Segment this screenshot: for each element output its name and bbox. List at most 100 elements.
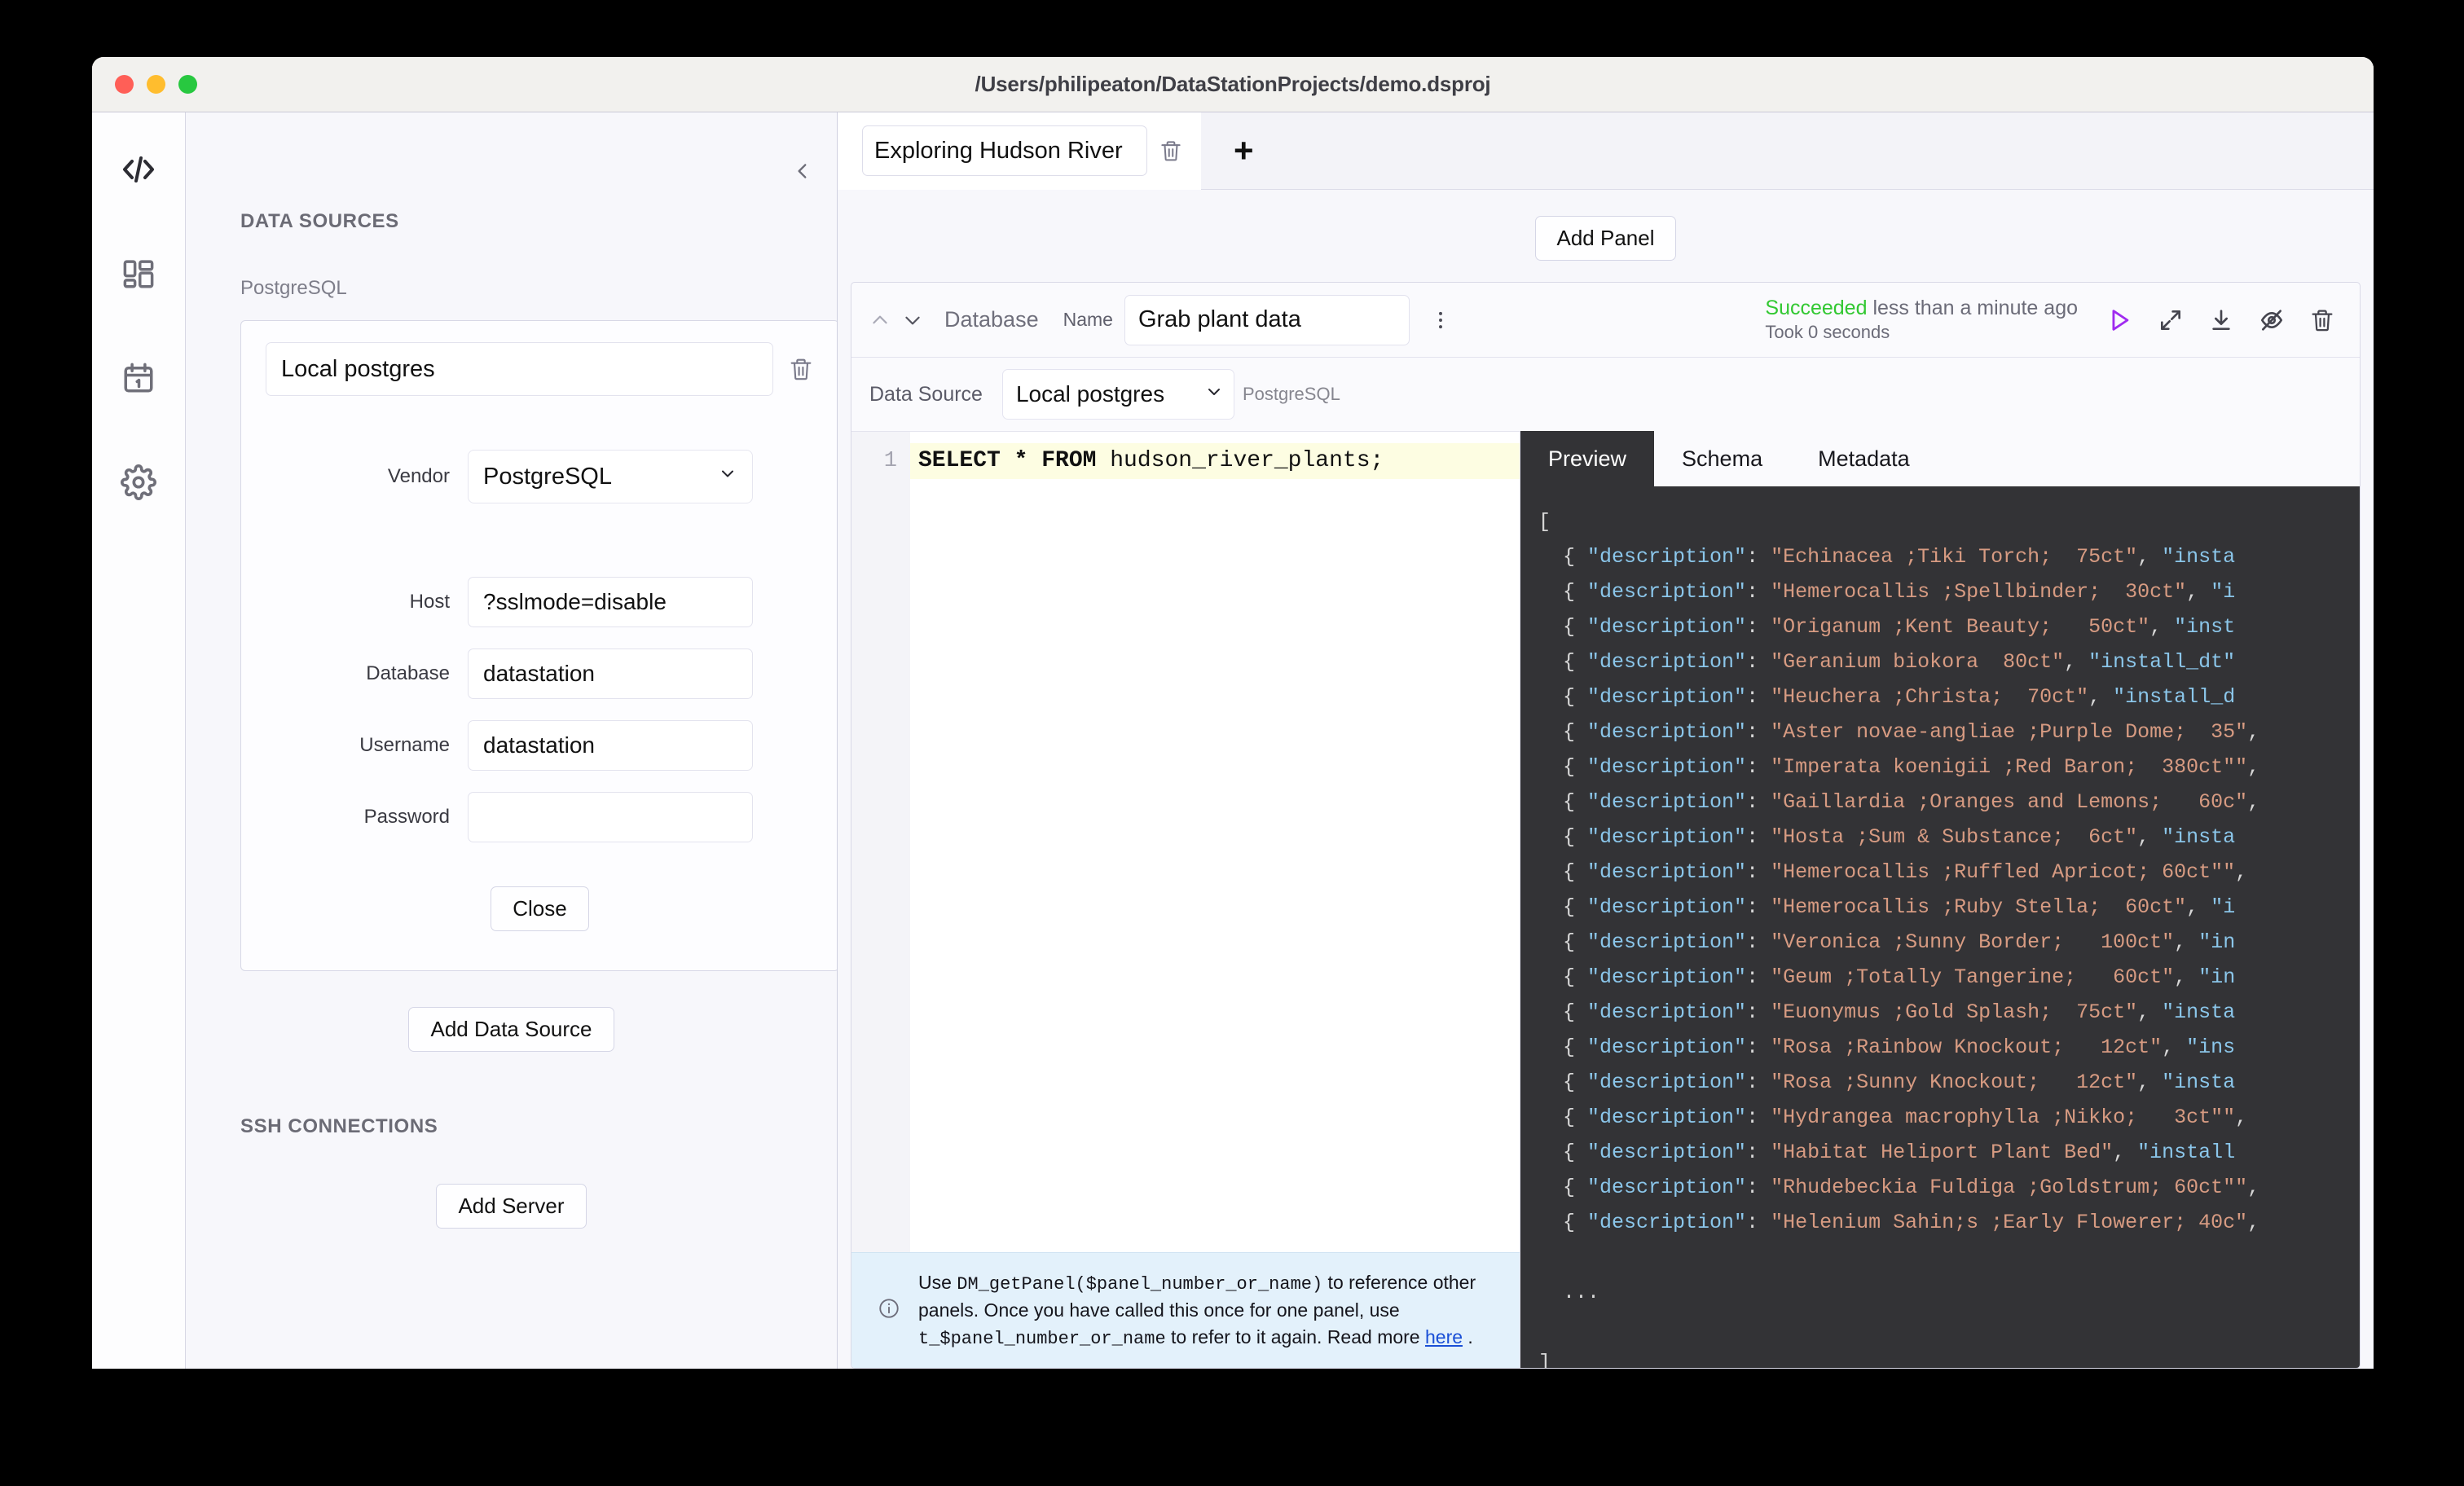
main-area: + Add Panel [838,112,2374,1369]
desktop-background: /Users/philipeaton/DataStationProjects/d… [0,0,2464,1486]
json-row: { "description": "Helenium Sahin;s ;Earl… [1538,1211,2273,1234]
panel-help-callout: Use DM_getPanel($panel_number_or_name) t… [851,1251,1520,1368]
panel-reorder-controls [869,310,923,331]
editor-gutter: 1 [851,432,910,1252]
json-row: { "description": "Echinacea ;Tiki Torch;… [1538,545,2236,569]
help-suffix: to refer to it again. Read more [1165,1326,1425,1348]
app-body: DATA SOURCES PostgreSQL Local postgres V… [92,112,2374,1369]
results-preview-json[interactable]: [ { "description": "Echinacea ;Tiki Torc… [1520,486,2360,1368]
panel-type-label: Database [944,307,1039,332]
json-row: { "description": "Rosa ;Sunny Knockout; … [1538,1071,2236,1094]
panel-workspace: 1 SELECT * FROM hudson_river_plants; Use… [851,431,2360,1368]
panel-datasource-vendor: PostgreSQL [1242,384,1340,404]
results-column: Preview Schema Metadata [ { "description… [1520,431,2360,1368]
tab-exploring-hudson-river[interactable] [838,112,1201,190]
panel-status-duration: Took 0 seconds [1765,322,1890,343]
fullscreen-button[interactable] [2158,307,2184,333]
sql-table-name: hudson_river_plants; [1110,448,1384,473]
json-spacer [1520,1240,2360,1275]
sql-editor-column: 1 SELECT * FROM hudson_river_plants; Use… [851,431,1520,1368]
json-row: { "description": "Gaillardia ;Oranges an… [1538,790,2273,814]
vendor-select[interactable]: PostgreSQL [468,450,753,503]
help-period: . [1463,1326,1473,1348]
delete-tab-icon[interactable] [1159,138,1183,163]
vendor-label: Vendor [387,465,450,487]
settings-icon[interactable] [116,459,161,505]
sql-keyword: SELECT * FROM [918,448,1111,473]
data-source-name-row [266,342,814,396]
vendor-select-value: PostgreSQL [483,463,612,490]
schedule-icon[interactable] [116,355,161,401]
run-panel-button[interactable] [2105,306,2133,334]
move-panel-up-icon[interactable] [869,310,891,331]
add-panel-row: Add Panel [838,190,2374,282]
panel-datasource-row: Data Source Local postgres PostgreSQL [851,358,2360,431]
json-row: { "description": "Aster novae-angliae ;P… [1538,720,2273,744]
json-row: { "description": "Imperata koenigii ;Red… [1538,755,2273,779]
ssh-connections-heading: SSH CONNECTIONS [240,1115,438,1137]
add-data-source-button[interactable]: Add Data Source [408,1007,614,1052]
json-row: { "description": "Hydrangea macrophylla … [1538,1106,2260,1129]
username-input[interactable] [468,720,753,771]
dashboard-icon[interactable] [116,251,161,297]
username-label: Username [359,734,450,756]
add-server-button[interactable]: Add Server [436,1184,587,1229]
tab-schema[interactable]: Schema [1654,431,1790,486]
delete-data-source-icon[interactable] [788,356,814,382]
json-ellipsis: ... [1538,1281,1600,1304]
results-tabs: Preview Schema Metadata [1520,431,2360,486]
data-sources-heading: DATA SOURCES [240,210,399,232]
close-row: Close [266,886,814,931]
panel-name-input[interactable] [1124,294,1410,345]
download-button[interactable] [2208,307,2234,333]
host-input[interactable] [468,577,753,627]
database-label: Database [366,662,450,684]
hide-panel-button[interactable] [2259,307,2285,333]
json-row: { "description": "Hemerocallis ;Ruffled … [1538,860,2260,884]
add-panel-button[interactable]: Add Panel [1534,216,1677,261]
database-input[interactable] [468,648,753,699]
json-row: { "description": "Veronica ;Sunny Border… [1538,930,2236,954]
json-row: { "description": "Hemerocallis ;Ruby Ste… [1538,895,2236,919]
help-prefix: Use [918,1271,957,1293]
sql-editor[interactable]: 1 SELECT * FROM hudson_river_plants; [851,432,1520,1252]
chevron-down-icon [718,464,737,490]
help-link[interactable]: here [1425,1326,1463,1348]
window-title: /Users/philipeaton/DataStationProjects/d… [975,72,1491,96]
vendor-row: Vendor PostgreSQL [266,450,814,503]
move-panel-down-icon[interactable] [902,310,923,331]
json-close-bracket: ] [1538,1351,1551,1368]
add-data-source-row: Add Data Source [218,1007,804,1052]
panel-actions [2105,306,2335,334]
panel-help-text: Use DM_getPanel($panel_number_or_name) t… [918,1269,1498,1352]
panel-status-state: Succeeded [1765,297,1868,320]
window-titlebar: /Users/philipeaton/DataStationProjects/d… [92,57,2374,112]
panel-header: Database Name Succeeded less than a minu… [851,283,2360,358]
editor-code-area[interactable]: SELECT * FROM hudson_river_plants; [910,432,1520,1252]
panel-options-icon[interactable] [1429,309,1452,332]
database-row: Database [266,648,814,699]
delete-panel-button[interactable] [2309,307,2335,333]
json-row: { "description": "Geranium biokora 80ct"… [1538,650,2236,674]
panel-name-label: Name [1063,309,1113,330]
code-icon[interactable] [116,147,161,192]
close-data-source-button[interactable]: Close [491,886,589,931]
help-code-getpanel: DM_getPanel($panel_number_or_name) [957,1273,1323,1295]
data-source-name-input[interactable] [266,342,773,396]
panel-status: Succeeded less than a minute ago Took 0 … [1765,296,2078,344]
collapse-sidebar-button[interactable] [786,155,819,187]
panel-datasource-select[interactable]: Local postgres [1001,369,1234,420]
data-sources-pane: DATA SOURCES PostgreSQL Local postgres V… [186,112,838,1369]
panel-status-when: less than a minute ago [1867,297,2078,320]
json-spacer-2 [1520,1310,2360,1345]
help-code-tpanel: t_$panel_number_or_name [918,1328,1166,1349]
json-row: { "description": "Geum ;Totally Tangerin… [1538,965,2236,989]
json-row: { "description": "Habitat Heliport Plant… [1538,1141,2236,1164]
add-tab-button[interactable]: + [1201,134,1287,168]
tab-name-input[interactable] [862,125,1147,176]
info-icon [878,1297,900,1324]
password-input[interactable] [468,792,753,842]
json-row: { "description": "Rhudebeckia Fuldiga ;G… [1538,1176,2273,1199]
tab-metadata[interactable]: Metadata [1790,431,1938,486]
tab-preview[interactable]: Preview [1520,431,1655,486]
